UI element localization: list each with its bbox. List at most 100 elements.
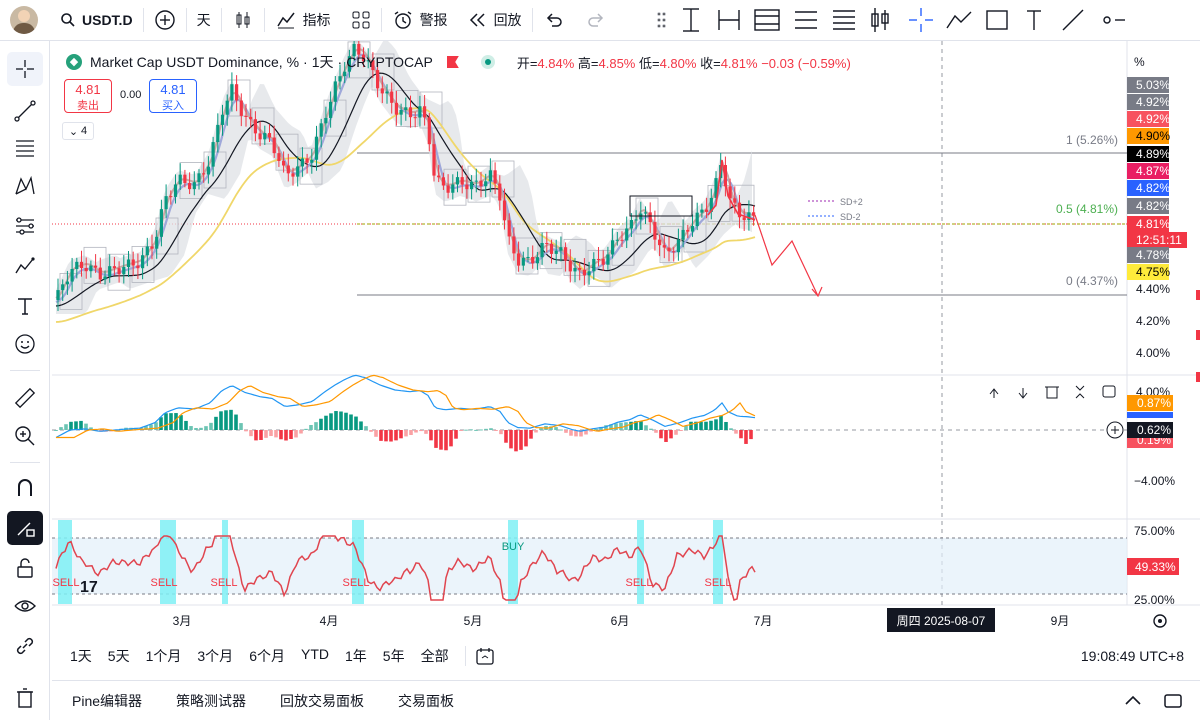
lock-drawings-button[interactable] <box>7 551 43 585</box>
text-tool-icon[interactable] <box>1026 9 1041 30</box>
avatar[interactable] <box>10 6 38 34</box>
macd-histogram-bar <box>299 430 303 434</box>
range-1y[interactable]: 1年 <box>337 646 375 666</box>
crosshair-icon[interactable] <box>908 7 933 32</box>
link-button[interactable] <box>7 629 43 663</box>
candle-body <box>390 91 394 103</box>
candle-body <box>404 107 408 110</box>
chart-type-button[interactable] <box>222 0 264 41</box>
indicators-collapse-button[interactable]: ⌄ 4 <box>62 122 94 140</box>
candle-body <box>98 267 102 280</box>
macd-histogram-bar <box>389 430 393 442</box>
range-5y[interactable]: 5年 <box>375 646 413 666</box>
search-icon <box>61 13 75 27</box>
chevron-up-icon[interactable] <box>1122 690 1144 712</box>
flag-icon[interactable] <box>446 56 459 68</box>
cross-tool-button[interactable] <box>7 52 43 86</box>
candle-body <box>596 258 601 260</box>
indicators-button[interactable]: 指标 <box>265 0 341 41</box>
remove-drawings-button[interactable] <box>7 681 43 715</box>
brush-tool-button[interactable] <box>7 249 43 283</box>
candle-body <box>549 243 554 254</box>
zoom-in-button[interactable] <box>7 419 43 453</box>
magnet-button[interactable] <box>7 471 43 505</box>
chart-canvas[interactable]: 1 (5.26%) 0.5 (4.81%) 0 (4.37%) SD+2 SD-… <box>52 41 1200 635</box>
range-1m[interactable]: 1个月 <box>138 646 190 666</box>
price-tick: 4.40% <box>1136 282 1170 296</box>
symbol-label: USDT.D <box>82 12 133 28</box>
lines-icon[interactable] <box>832 9 855 30</box>
candle-body <box>79 261 84 269</box>
emoji-tool-button[interactable] <box>7 327 43 361</box>
calendar-range-icon[interactable] <box>474 645 496 667</box>
macd-histogram-bar <box>59 427 63 430</box>
tab-replay-trading[interactable]: 回放交易面板 <box>280 691 364 711</box>
link-icon <box>16 637 34 655</box>
trend-line-icon[interactable] <box>1062 9 1084 30</box>
candle-body <box>216 124 220 143</box>
projection-tool-button[interactable] <box>7 209 43 243</box>
more-icon[interactable] <box>1102 15 1125 24</box>
pattern-tool-button[interactable] <box>7 169 43 203</box>
buy-button[interactable]: 4.81 买入 <box>149 79 197 113</box>
legend-title[interactable]: Market Cap USDT Dominance, % <box>90 54 299 70</box>
candles-tool-icon[interactable] <box>870 7 889 32</box>
clock[interactable]: 19:08:49 UTC+8 <box>1081 648 1184 664</box>
macd-histogram-bar <box>74 421 78 430</box>
candle-body <box>324 117 328 124</box>
sell-button[interactable]: 4.81 卖出 <box>64 79 112 113</box>
candle-body <box>65 281 69 285</box>
tab-trading-panel[interactable]: 交易面板 <box>398 691 454 711</box>
redo-button[interactable] <box>575 0 617 41</box>
rsi-pane: SELL SELL SELL SELL SELL SELL BUY 17 <box>52 520 1127 604</box>
macd-histogram-bar <box>54 430 58 431</box>
candle-body <box>681 229 685 240</box>
candle-body <box>258 133 262 140</box>
candle-body <box>380 88 384 94</box>
tab-pine-editor[interactable]: Pine编辑器 <box>72 691 142 711</box>
range-1d[interactable]: 1天 <box>62 646 100 666</box>
candle-body <box>653 222 657 240</box>
candle-body <box>690 226 695 232</box>
range-3m[interactable]: 3个月 <box>189 646 241 666</box>
vertical-line-icon[interactable] <box>682 7 699 32</box>
maximize-icon[interactable] <box>1162 690 1184 712</box>
fib-channel-icon[interactable] <box>717 9 740 30</box>
polyline-icon[interactable] <box>945 11 972 28</box>
drawing-mode-button[interactable] <box>7 511 43 545</box>
candle-body <box>338 76 342 82</box>
tab-strategy-tester[interactable]: 策略测试器 <box>176 691 246 711</box>
ohlc: 开=4.84% 高=4.85% 低=4.80% 收=4.81% −0.03 (−… <box>516 55 851 71</box>
range-6m[interactable]: 6个月 <box>241 646 293 666</box>
range-ytd[interactable]: YTD <box>293 646 337 666</box>
ruler-tool-button[interactable] <box>7 381 43 415</box>
range-all[interactable]: 全部 <box>413 646 457 666</box>
replay-button[interactable]: 回放 <box>458 0 532 41</box>
compare-button[interactable] <box>144 0 186 41</box>
candle-body <box>620 239 624 241</box>
candle-body <box>634 219 638 221</box>
fib-retracement-icon[interactable] <box>794 10 817 29</box>
magnet-icon <box>18 479 32 496</box>
interval-button[interactable]: 天 <box>187 0 221 41</box>
undo-button[interactable] <box>533 0 575 41</box>
parallel-channel-icon[interactable] <box>753 8 780 31</box>
price-tag-text: 4.87% <box>1136 164 1170 178</box>
chart-settings-button[interactable] <box>1153 614 1167 628</box>
range-5d[interactable]: 5天 <box>100 646 138 666</box>
rectangle-icon[interactable] <box>985 9 1008 30</box>
candle-body <box>451 184 455 193</box>
symbol-search-button[interactable]: USDT.D <box>50 0 143 41</box>
add-pane-button[interactable] <box>1106 421 1124 439</box>
candle-body <box>169 196 173 198</box>
layouts-button[interactable] <box>341 0 381 41</box>
candle-body <box>752 212 756 216</box>
sell-signal-label: SELL <box>211 577 238 589</box>
alert-button[interactable]: 警报 <box>382 0 458 41</box>
fib-tool-button[interactable] <box>7 131 43 165</box>
macd-histogram-bar <box>499 430 503 435</box>
hide-drawings-button[interactable] <box>7 589 43 623</box>
macd-histogram-bar <box>309 424 313 430</box>
trend-line-tool-button[interactable] <box>7 94 43 128</box>
text-tool-button[interactable] <box>7 289 43 323</box>
